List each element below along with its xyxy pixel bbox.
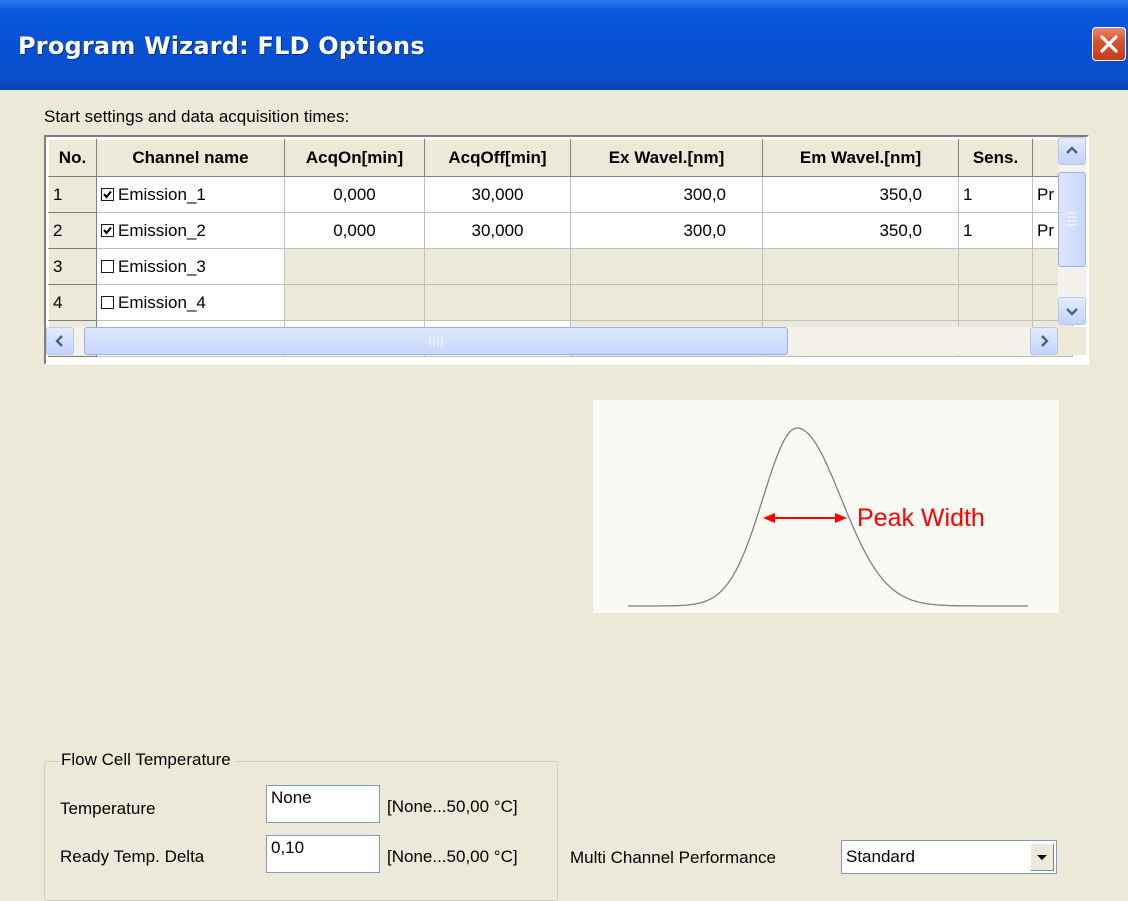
column-header-ex-wavel[interactable]: Ex Wavel.[nm] [570,139,763,177]
group-legend: Flow Cell Temperature [58,750,235,770]
peak-curve-graphic: Peak Width [628,427,1028,607]
grip-icon [429,336,443,346]
em-wavel-cell[interactable]: 350,0 [762,212,959,249]
scroll-down-button[interactable] [1058,297,1086,325]
chevron-up-icon [1066,146,1078,154]
table-row[interactable]: 4 Emission_4 [48,284,1073,321]
scroll-right-button[interactable] [1030,327,1058,355]
ex-wavel-cell[interactable] [570,284,763,321]
channel-name-cell[interactable]: Emission_3 [96,248,285,285]
peak-width-diagram: Peak Width [593,400,1059,613]
channel-enable-checkbox[interactable] [101,223,114,237]
channel-enable-checkbox[interactable] [101,295,114,309]
channel-name: Emission_3 [118,256,206,276]
em-wavel-cell[interactable]: 350,0 [762,176,959,213]
checkmark-icon [103,226,112,235]
channel-name: Emission_4 [118,292,206,312]
scrollbar-corner [1058,327,1086,355]
dropdown-arrow-icon [1037,855,1047,860]
scroll-left-button[interactable] [46,327,74,355]
acq-on-cell[interactable] [284,284,425,321]
close-icon [1100,35,1118,53]
acq-on-cell[interactable]: 0,000 [284,212,425,249]
close-button[interactable] [1092,27,1126,61]
acq-off-cell[interactable] [424,284,571,321]
flow-cell-temperature-group [44,761,558,901]
channel-enable-checkbox[interactable] [101,187,114,201]
grid-caption: Start settings and data acquisition time… [44,107,350,126]
temperature-label: Temperature [60,799,156,818]
temperature-range: [None...50,00 °C] [387,797,518,816]
chevron-right-icon [1041,335,1049,347]
column-header-channel-name[interactable]: Channel name [96,139,285,177]
em-wavel-cell[interactable] [762,248,959,285]
sens-cell[interactable] [958,248,1033,285]
row-number: 1 [48,176,97,213]
acq-off-cell[interactable] [424,248,571,285]
sens-cell[interactable]: 1 [958,212,1033,249]
column-header-em-wavel[interactable]: Em Wavel.[nm] [762,139,959,177]
table-row[interactable]: 2 Emission_2 0,000 30,000 300,0 350,0 1 Pr [48,212,1073,249]
peak-width-label: Peak Width [857,504,985,532]
ready-temp-delta-range: [None...50,00 °C] [387,847,518,866]
acq-off-cell[interactable]: 30,000 [424,176,571,213]
window-title: Program Wizard: FLD Options [18,32,425,60]
ex-wavel-cell[interactable] [570,248,763,285]
acq-on-cell[interactable] [284,248,425,285]
channel-enable-checkbox[interactable] [101,259,114,273]
acq-off-cell[interactable]: 30,000 [424,212,571,249]
vertical-scroll-thumb[interactable] [1058,172,1086,267]
column-header-no[interactable]: No. [48,139,97,177]
sens-cell[interactable]: 1 [958,176,1033,213]
channel-name-cell[interactable]: Emission_4 [96,284,285,321]
acquisition-table: No. Channel name AcqOn[min] AcqOff[min] … [48,139,1073,357]
scroll-up-button[interactable] [1058,137,1086,165]
horizontal-scroll-thumb[interactable] [84,327,788,355]
column-header-sens[interactable]: Sens. [958,139,1033,177]
channel-name-cell[interactable]: Emission_2 [96,212,285,249]
ready-temp-delta-label: Ready Temp. Delta [60,847,205,866]
em-wavel-cell[interactable] [762,284,959,321]
grip-icon [1067,212,1077,226]
ex-wavel-cell[interactable]: 300,0 [570,176,763,213]
table-row[interactable]: 3 Emission_3 [48,248,1073,285]
channel-name-cell[interactable]: Emission_1 [96,176,285,213]
arrow-right-head [835,513,847,523]
multi-channel-performance-select[interactable]: Standard [841,840,1057,874]
checkmark-icon [103,190,112,199]
ready-temp-delta-input[interactable]: 0,10 [266,835,380,873]
channel-name: Emission_2 [118,220,206,240]
title-bar[interactable]: Program Wizard: FLD Options [0,0,1128,90]
chevron-left-icon [55,335,63,347]
ex-wavel-cell[interactable]: 300,0 [570,212,763,249]
table-row[interactable]: 1 Emission_1 0,000 30,000 300,0 350,0 1 Pr [48,176,1073,213]
temperature-input[interactable]: None [266,785,380,823]
chevron-down-icon [1066,308,1078,316]
row-number: 2 [48,212,97,249]
channel-name: Emission_1 [118,184,206,204]
acq-on-cell[interactable]: 0,000 [284,176,425,213]
row-number: 3 [48,248,97,285]
row-number: 4 [48,284,97,321]
multi-channel-performance-label: Multi Channel Performance [570,848,776,867]
dropdown-button[interactable] [1030,843,1054,871]
column-header-acq-on[interactable]: AcqOn[min] [284,139,425,177]
selected-value: Standard [846,847,915,866]
column-header-acq-off[interactable]: AcqOff[min] [424,139,571,177]
arrow-left-head [763,513,775,523]
sens-cell[interactable] [958,284,1033,321]
